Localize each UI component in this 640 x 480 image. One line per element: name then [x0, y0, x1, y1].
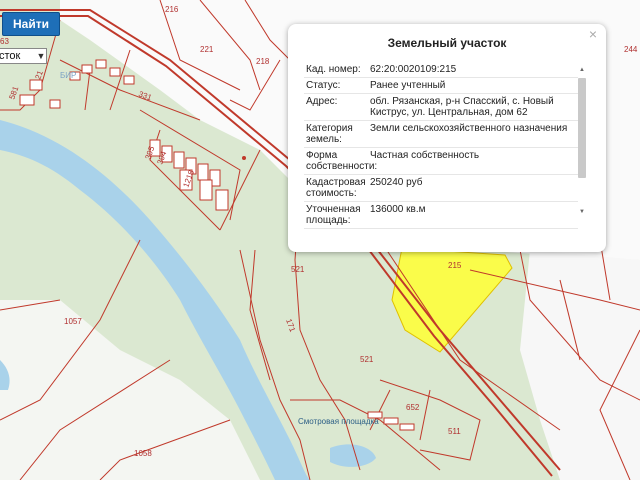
attr-value: обл. Рязанская, р-н Спасский, с. Новый К… — [370, 96, 554, 118]
label-521-a: 521 — [291, 265, 305, 274]
chevron-down-icon: ▼ — [36, 51, 46, 61]
village-label: БИР — [60, 71, 76, 80]
attr-label: Статус: — [306, 80, 341, 91]
scroll-down-icon[interactable]: ▼ — [578, 208, 586, 216]
attr-value: Земли сельскохозяйственного назначения — [370, 123, 568, 134]
table-row: Статус: Ранее учтенный — [304, 78, 578, 94]
scroll-up-icon[interactable]: ▲ — [578, 66, 586, 74]
label-218: 218 — [256, 57, 270, 66]
object-type-select[interactable]: сток ▼ — [0, 48, 47, 64]
label-652: 652 — [406, 403, 420, 412]
label-244: 244 — [624, 45, 638, 54]
attr-label: Кадастровая стоимость: — [306, 177, 366, 199]
label-1058: 1058 — [134, 449, 152, 458]
label-521-b: 521 — [360, 355, 374, 364]
location-marker-icon — [242, 156, 246, 160]
table-row: Категория земель: Земли сельскохозяйствен… — [304, 121, 578, 148]
popup-scrollbar[interactable]: ▲ ▼ — [578, 66, 586, 216]
attr-label: Категория земель: — [306, 123, 353, 145]
table-row: Адрес: обл. Рязанская, р-н Спасский, с. Н… — [304, 94, 578, 121]
attr-label: Кад. номер: — [306, 64, 361, 75]
attr-value: Ранее учтенный — [370, 80, 446, 91]
label-63: 63 — [0, 37, 9, 46]
attr-value: Частная собственность — [370, 150, 480, 161]
label-216: 216 — [165, 5, 179, 14]
label-215: 215 — [448, 261, 462, 270]
label-1057: 1057 — [64, 317, 82, 326]
table-row: Форма собственности: Частная собственност… — [304, 148, 578, 175]
table-row: Кад. номер: 62:20:0020109:215 — [304, 62, 578, 78]
table-row: Уточненная площадь: 136000 кв.м — [304, 202, 578, 229]
label-511: 511 — [448, 427, 461, 436]
attr-value: 62:20:0020109:215 — [370, 64, 457, 75]
scrollbar-thumb[interactable] — [578, 78, 586, 178]
object-type-select-value: сток — [0, 50, 21, 62]
parcel-info-popup: Земельный участок × Кад. номер: 62:20:002… — [288, 24, 606, 252]
viewpoint-label: Смотровая площадка — [298, 417, 379, 426]
close-icon[interactable]: × — [586, 27, 600, 41]
parcel-attributes-table: Кад. номер: 62:20:0020109:215 Статус: Ране… — [304, 62, 578, 244]
attr-value: 136000 кв.м — [370, 204, 426, 215]
attr-value: 250240 руб — [370, 177, 423, 188]
popup-title: Земельный участок — [387, 36, 507, 50]
table-row: Кадастровая стоимость: 250240 руб — [304, 175, 578, 202]
attr-label: Форма собственности: — [306, 150, 378, 172]
attr-label: Уточненная площадь: — [306, 204, 361, 226]
attr-label: Адрес: — [306, 96, 338, 107]
find-button[interactable]: Найти — [2, 12, 60, 36]
label-221: 221 — [200, 45, 214, 54]
